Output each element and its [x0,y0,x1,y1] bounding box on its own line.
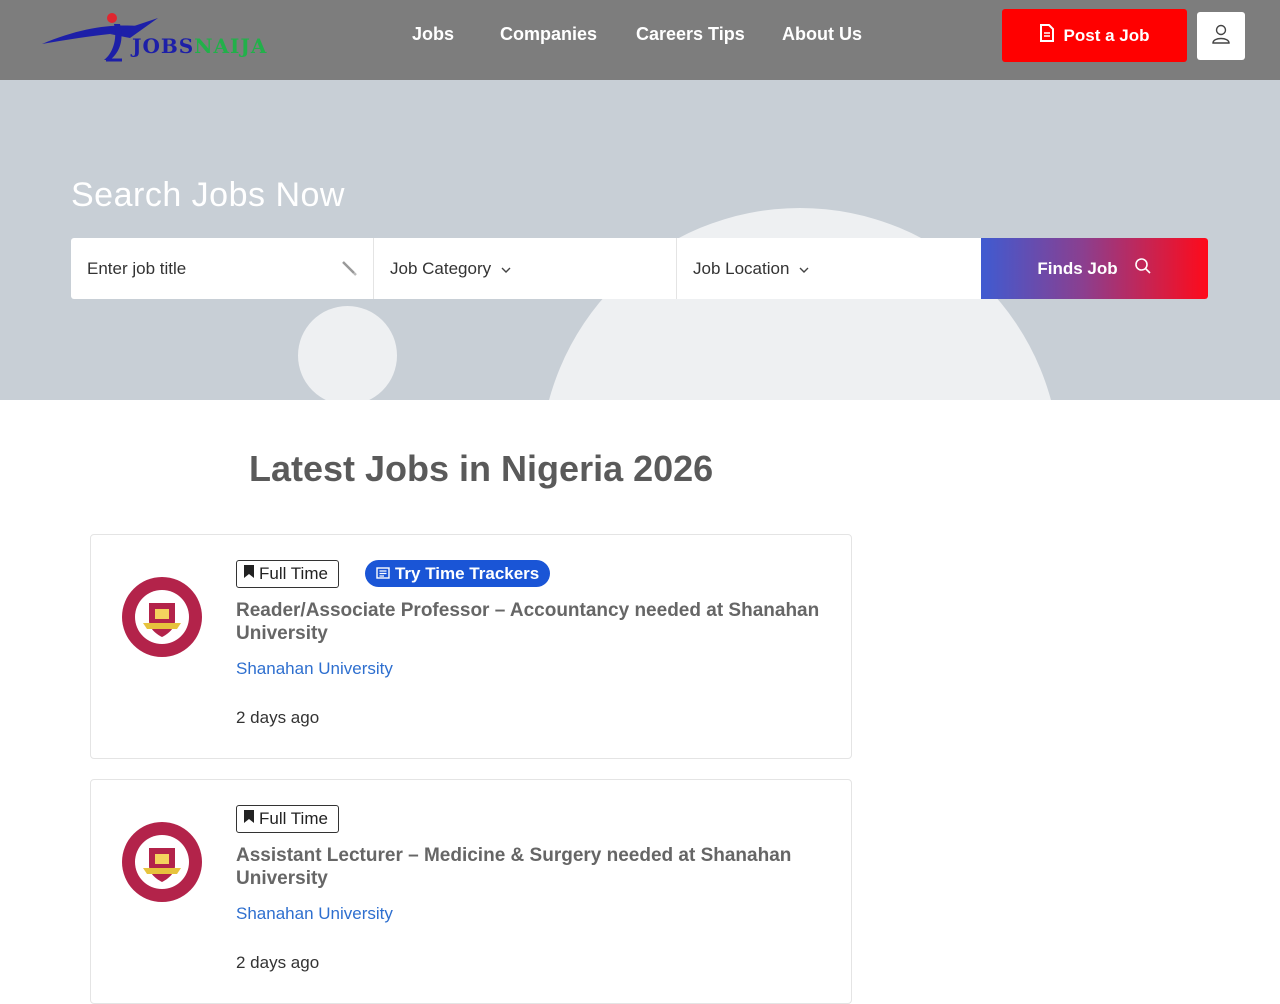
job-title-link[interactable]: Reader/Associate Professor – Accountancy… [236,599,826,645]
job-type-badge: Full Time [236,805,339,833]
logo-part-jobs: JOBS [132,34,195,58]
logo-part-naija: NAIJA [194,34,268,58]
find-job-button[interactable]: Finds Job [981,238,1208,299]
nav-about-us[interactable]: About Us [782,24,862,45]
section-title: Latest Jobs in Nigeria 2026 [249,448,714,489]
bookmark-icon [243,564,255,584]
bookmark-icon [243,809,255,829]
find-job-label: Finds Job [1037,258,1118,278]
job-title-link[interactable]: Assistant Lecturer – Medicine & Surgery … [236,844,826,890]
company-link[interactable]: Shanahan University [236,659,393,679]
user-account-button[interactable] [1197,12,1245,60]
nav-careers-tips[interactable]: Careers Tips [636,24,745,45]
time-tracker-badge[interactable]: Try Time Trackers [364,560,551,587]
time-tracker-label: Try Time Trackers [394,563,540,583]
job-type-label: Full Time [259,564,328,583]
posted-date: 2 days ago [236,953,320,972]
job-badges: Full Time Try Time Trackers [236,560,551,588]
job-title-placeholder: Enter job title [87,258,187,278]
nav-companies[interactable]: Companies [500,24,597,45]
hero-title: Search Jobs Now [71,176,345,214]
job-category-select[interactable]: Job Category [374,238,677,299]
logo-wordmark: JOBSNAIJA [132,34,267,58]
job-card[interactable]: Full Time Assistant Lecturer – Medicine … [90,779,852,1004]
company-logo[interactable] [121,818,203,906]
site-header: JOBSNAIJA Jobs Companies Careers Tips Ab… [0,0,1280,80]
hero-section: Search Jobs Now Enter job title Job Cate… [0,80,1280,400]
user-icon [1211,24,1231,49]
newspaper-icon [376,564,390,584]
site-logo[interactable]: JOBSNAIJA [40,10,290,66]
job-card[interactable]: Full Time Try Time Trackers Reader/Assoc… [90,534,852,759]
post-job-button[interactable]: Post a Job [1002,9,1187,62]
job-category-label: Job Category [390,258,492,278]
job-badges: Full Time [236,805,339,833]
posted-date: 2 days ago [236,708,320,727]
job-title-input[interactable]: Enter job title [71,238,374,299]
chevron-down-icon [799,259,809,279]
post-job-label: Post a Job [1063,25,1150,45]
hero-decor-circle-large [540,208,1060,400]
search-icon [1134,257,1152,280]
hero-decor-circle-small [298,306,397,400]
file-icon [1039,24,1054,47]
chevron-down-icon [501,259,511,279]
nav-jobs[interactable]: Jobs [412,24,454,45]
job-type-badge: Full Time [236,560,339,588]
pencil-icon [341,260,357,281]
company-link[interactable]: Shanahan University [236,904,393,924]
job-location-label: Job Location [693,258,790,278]
job-type-label: Full Time [259,809,328,828]
company-logo[interactable] [121,573,203,661]
job-location-select[interactable]: Job Location [677,238,981,299]
job-search-bar: Enter job title Job Category Job Locatio… [71,238,1208,299]
